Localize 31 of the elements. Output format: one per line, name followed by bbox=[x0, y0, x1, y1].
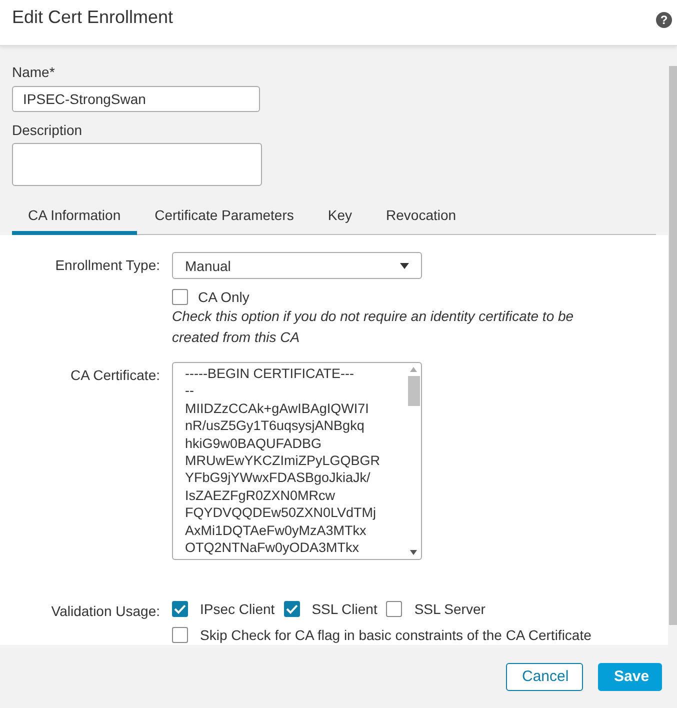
checkbox[interactable] bbox=[386, 601, 402, 617]
tab[interactable]: Certificate Parameters bbox=[138, 200, 310, 235]
checkbox[interactable] bbox=[172, 601, 188, 617]
scroll-up-icon[interactable] bbox=[410, 367, 417, 372]
field-label: CA Certificate: bbox=[70, 366, 160, 385]
certificate-field[interactable]: -----BEGIN CERTIFICATE--- -- MIIDZzCCAk+gAwIBAgIQWI7I nR/usZ5Gy1T6uqsysjANBgkq hkiG9w0BAQUFADBG MRUwEwYKCZImiZPyLGQBGR YFbG9jYWwxFDASBgoJkiaJk/ IsZAEZFgR0ZXN0MRcw FQYDVQQDEw50ZXN0LVdTMj AxMi1DQTAeFw0yMzA3MTkx OTQ2NTNaFw0yODA3MTkx bbox=[172, 362, 422, 560]
checkbox[interactable] bbox=[172, 627, 188, 643]
checkbox-label: CA Only bbox=[198, 289, 250, 305]
help-icon[interactable]: ? bbox=[656, 12, 672, 28]
hint-text: Check this option if you do not require an identity certificate to be created from this CA bbox=[172, 307, 575, 347]
enrollment-type-dropdown[interactable]: Manual bbox=[172, 252, 422, 279]
checkbox-label: SSL Client bbox=[312, 601, 378, 617]
field-label: Description bbox=[12, 122, 84, 138]
tab[interactable]: Revocation bbox=[370, 200, 472, 235]
scrollbar-thumb[interactable] bbox=[408, 376, 420, 406]
cancel-button[interactable]: Cancel bbox=[506, 662, 583, 690]
checkbox[interactable] bbox=[172, 289, 188, 305]
scroll-down-icon[interactable] bbox=[410, 550, 417, 555]
field-label: Validation Usage: bbox=[50, 602, 160, 621]
checkbox[interactable] bbox=[284, 601, 300, 617]
checkbox-label: SSL Server bbox=[414, 601, 486, 617]
name-field[interactable]: IPSEC-StrongSwan bbox=[12, 86, 260, 112]
checkbox-label: IPsec Client bbox=[200, 601, 275, 617]
caret-icon bbox=[400, 262, 409, 268]
dialog-title: Edit Cert Enrollment bbox=[12, 7, 174, 28]
tab[interactable]: Key bbox=[312, 200, 368, 235]
field-label: Enrollment Type: bbox=[54, 256, 160, 275]
checkbox-label: Skip Check for CA flag in basic constraints of the CA Certificate bbox=[200, 627, 592, 643]
description-field[interactable] bbox=[12, 143, 262, 186]
field-label: Name* bbox=[12, 64, 56, 80]
scrollbar-thumb[interactable] bbox=[668, 66, 676, 625]
